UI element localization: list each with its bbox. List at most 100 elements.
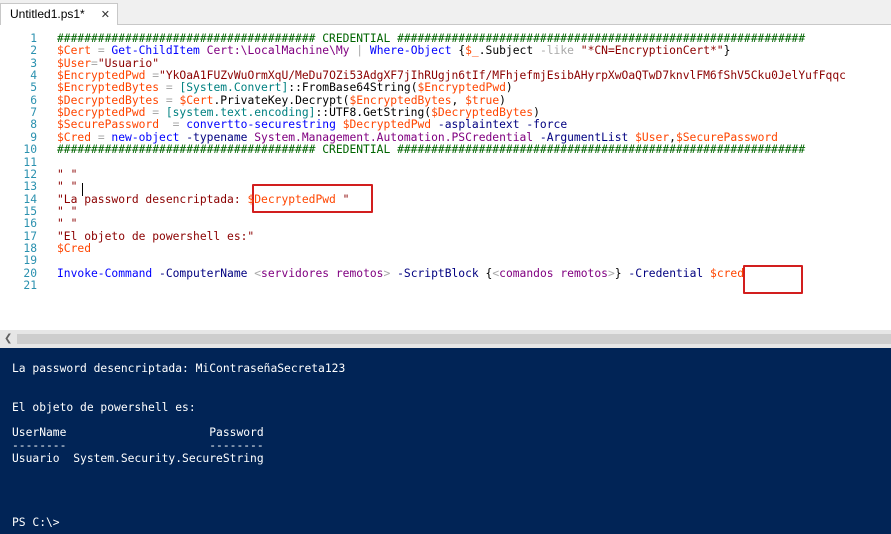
code-token: $Cert	[179, 93, 214, 107]
code-token: =	[91, 44, 112, 58]
code-token: $SecurePassword	[57, 118, 160, 132]
code-token: $SecurePassword	[675, 130, 778, 144]
line-number: 13	[23, 180, 37, 194]
code-line[interactable]: 16 " "	[0, 217, 891, 230]
scrollbar-thumb[interactable]	[17, 334, 891, 344]
code-token: "El objeto de powershell es:"	[57, 229, 255, 243]
code-token: $DecryptedBytes	[57, 93, 160, 107]
code-line[interactable]: 13 " "	[0, 180, 891, 193]
line-number: 4	[30, 69, 37, 83]
code-token: $true	[465, 93, 500, 107]
code-line[interactable]: 1 ###################################### …	[0, 32, 891, 45]
console-line: UserName Password	[12, 426, 264, 440]
code-token: $_	[465, 44, 479, 58]
code-token: "Usuario"	[97, 56, 160, 70]
line-number: 18	[23, 241, 37, 255]
code-token: " "	[57, 204, 78, 218]
code-line[interactable]: 15 " "	[0, 205, 891, 218]
scroll-left-arrow-icon[interactable]: ❮	[4, 333, 12, 344]
code-token: =	[91, 130, 112, 144]
code-token: $EncryptedPwd	[417, 81, 506, 95]
script-editor[interactable]: 1 ###################################### …	[0, 25, 891, 330]
code-token: =	[159, 81, 180, 95]
code-line[interactable]: 5 $EncryptedBytes = [System.Convert]::Fro…	[0, 81, 891, 94]
code-token: >	[607, 266, 615, 280]
code-line[interactable]: 2 $Cert = Get-ChildItem Cert:\LocalMachin…	[0, 44, 891, 57]
code-text: " "	[57, 168, 77, 181]
code-token: )	[505, 81, 513, 95]
line-number: 9	[30, 130, 37, 144]
code-text: ###################################### C…	[57, 143, 805, 156]
code-token: Where-Object	[369, 44, 452, 58]
code-token: convertto-securestring	[186, 118, 336, 132]
code-line[interactable]: 17 "El objeto de powershell es:"	[0, 230, 891, 243]
code-line[interactable]: 12 " "	[0, 168, 891, 181]
code-token: Cert:\LocalMachine\My	[199, 44, 350, 58]
code-token: ::FromBase64String(	[288, 81, 418, 95]
code-token: .PrivateKey.Decrypt(	[213, 93, 350, 107]
code-token: $DecryptedPwd	[335, 118, 432, 132]
code-line[interactable]: 19	[0, 254, 891, 267]
code-token: $DecryptedBytes	[431, 106, 534, 120]
code-line[interactable]: 20 Invoke-Command -ComputerName <servidor…	[0, 267, 891, 280]
code-token: -like	[539, 44, 574, 58]
code-token: {	[451, 44, 466, 58]
line-number: 21	[23, 279, 37, 292]
code-token: "YkOaA1FUZvWuOrmXqU/MeDu7OZi53AdgXF7jIhR…	[159, 69, 846, 83]
code-line[interactable]: 9 $Cred = new-object -typename System.Man…	[0, 131, 891, 144]
line-number: 11	[23, 155, 37, 169]
code-text: "El objeto de powershell es:"	[57, 230, 254, 243]
code-token: |	[349, 44, 370, 58]
code-token: $Cred	[57, 130, 92, 144]
code-token: -asplaintext -force	[431, 118, 568, 132]
close-icon[interactable]: ✕	[101, 8, 110, 21]
code-token: Invoke-Command	[57, 266, 153, 280]
console-line: La password desencriptada: MiContraseñaS…	[12, 362, 346, 375]
code-token: $Cert	[57, 44, 92, 58]
code-token: [System.Convert]	[179, 81, 289, 95]
code-text: $DecryptedBytes = $Cert.PrivateKey.Decry…	[57, 94, 506, 107]
console-pane[interactable]: La password desencriptada: MiContraseñaS…	[0, 348, 891, 534]
code-line[interactable]: 3 $User="Usuario"	[0, 57, 891, 70]
code-token: $User	[57, 56, 92, 70]
code-text: $User="Usuario"	[57, 57, 159, 70]
code-text: " "	[57, 217, 77, 230]
code-token: }	[723, 44, 731, 58]
code-token: " "	[57, 167, 78, 181]
code-token: System.Management.Automation.PSCredentia…	[247, 130, 534, 144]
tab-untitled1[interactable]: Untitled1.ps1* ✕	[0, 3, 118, 25]
code-token: $EncryptedBytes	[57, 81, 160, 95]
text-cursor	[82, 183, 83, 196]
code-line[interactable]: 7 $DecryptedPwd = [system.text.encoding]:…	[0, 106, 891, 119]
line-number: 1	[30, 32, 37, 45]
code-line[interactable]: 14 "La password desencriptada: $Decrypted…	[0, 193, 891, 206]
console-line: -------- --------	[12, 439, 264, 453]
code-text: $EncryptedPwd ="YkOaA1FUZvWuOrmXqU/MeDu7…	[57, 69, 846, 82]
line-number: 7	[30, 106, 37, 120]
code-line[interactable]: 21	[0, 279, 891, 292]
code-token: $Cred	[57, 241, 92, 255]
code-token: "	[335, 192, 350, 206]
tab-title: Untitled1.ps1*	[10, 7, 85, 21]
line-number: 6	[30, 93, 37, 107]
code-line[interactable]: 6 $DecryptedBytes = $Cert.PrivateKey.Decr…	[0, 94, 891, 107]
code-token: ,	[669, 130, 676, 144]
code-line[interactable]: 18 $Cred	[0, 242, 891, 255]
code-text: " "	[57, 205, 77, 218]
code-text: Invoke-Command -ComputerName <servidores…	[57, 267, 744, 280]
code-token: new-object	[111, 130, 180, 144]
line-number: 5	[30, 81, 37, 95]
line-number: 14	[23, 192, 37, 206]
code-token: ###################################### C…	[57, 143, 806, 157]
code-token: " "	[57, 217, 78, 231]
code-token: =	[145, 69, 160, 83]
code-token: -ScriptBlock	[390, 266, 479, 280]
code-line[interactable]: 11	[0, 156, 891, 169]
code-token: [system.text.encoding]	[165, 106, 316, 120]
code-token: .Subject	[478, 44, 540, 58]
horizontal-scrollbar[interactable]: ❮	[0, 330, 891, 348]
code-line[interactable]: 8 $SecurePassword = convertto-securestrin…	[0, 118, 891, 131]
code-line[interactable]: 4 $EncryptedPwd ="YkOaA1FUZvWuOrmXqU/MeDu…	[0, 69, 891, 82]
line-number: 17	[23, 229, 37, 243]
code-line[interactable]: 10 ######################################…	[0, 143, 891, 156]
